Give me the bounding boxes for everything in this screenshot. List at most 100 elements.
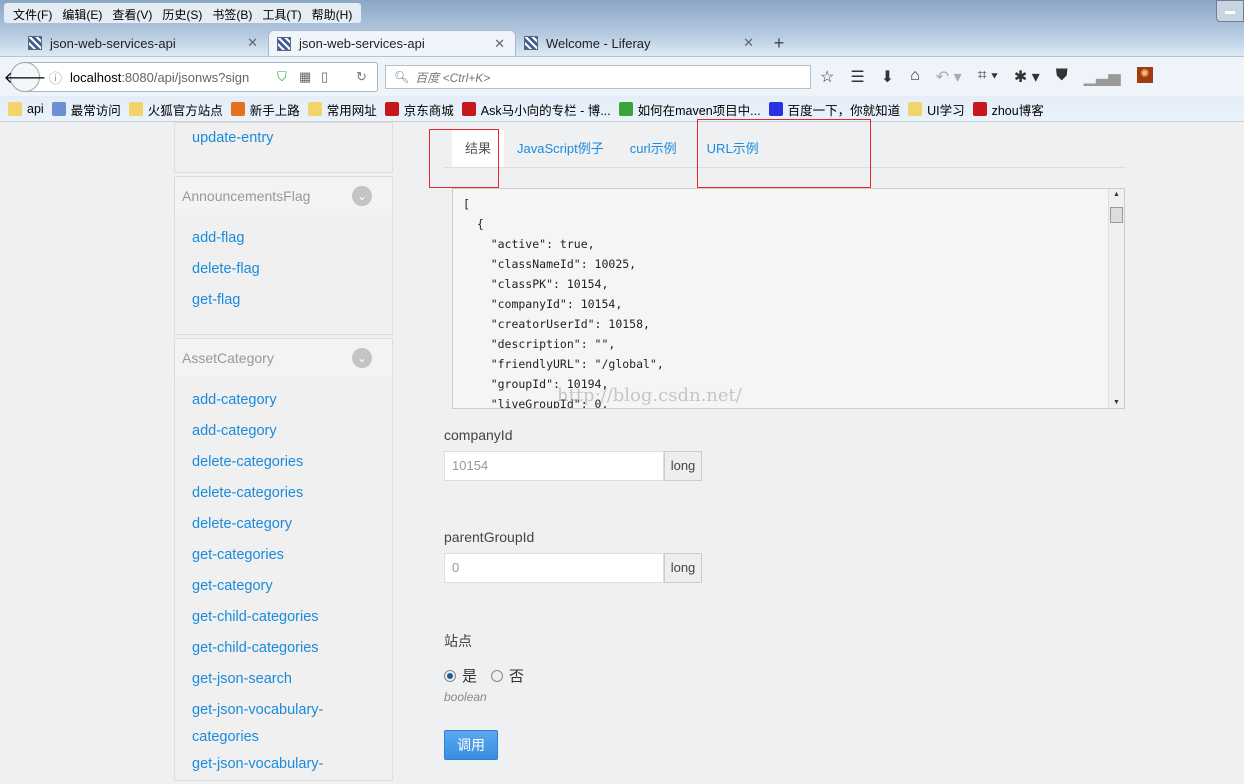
crop-icon[interactable]: ⌗ ▾ <box>978 67 998 87</box>
bookmarks-bar: api 最常访问 火狐官方站点 新手上路 常用网址 京东商城 Ask马小向的专栏 - 博..… <box>0 97 1244 122</box>
menu-view[interactable]: 查看(V) <box>107 3 157 23</box>
radio-yes-label: 是 <box>462 668 478 685</box>
shield-icon[interactable]: ⛉ <box>277 69 287 85</box>
download-icon[interactable]: ⬇ <box>881 67 894 87</box>
sidebar-item[interactable]: get-child-categories <box>175 602 392 633</box>
sidebar-item[interactable]: get-categories <box>175 540 392 571</box>
minimize-button[interactable] <box>1216 0 1244 22</box>
qr-code-icon[interactable]: ▦ <box>299 69 311 85</box>
url-text[interactable]: localhost:8080/api/jsonws?sign <box>70 70 249 85</box>
annotation-box <box>697 119 871 188</box>
sidebar-item[interactable]: delete-categories <box>175 478 392 509</box>
chevron-down-icon[interactable]: ⌄ <box>352 348 372 368</box>
bookmark-item[interactable]: UI学习 <box>908 100 965 119</box>
sidebar-item[interactable]: get-category <box>175 571 392 602</box>
sidebar-item[interactable]: get-json-vocabulary- <box>175 695 392 726</box>
result-output[interactable]: [ { "active": true, "classNameId": 10025… <box>452 188 1125 409</box>
invoke-button[interactable]: 调用 <box>444 730 498 760</box>
nav-bar: 🡐 ⓘ localhost:8080/api/jsonws?sign ⛉ ▦ ▯… <box>0 56 1244 96</box>
panel-title: AssetCategory <box>182 350 274 366</box>
sidebar-item[interactable]: get-json-vocabulary- <box>175 749 392 780</box>
field-site: 站点 是 否 boolean <box>444 631 524 704</box>
panel-header[interactable]: AnnouncementsFlag ⌄ <box>175 177 392 215</box>
scrollbar[interactable]: ▲ ▼ <box>1108 189 1124 408</box>
menu-bookmarks[interactable]: 书签(B) <box>207 3 257 23</box>
sidebar-item[interactable]: categories <box>175 726 392 749</box>
reader-view-icon[interactable]: ▯ <box>321 69 328 85</box>
bookmark-item[interactable]: Ask马小向的专栏 - 博... <box>461 100 611 119</box>
company-id-input[interactable]: 10154 <box>444 451 664 481</box>
bookmarks-list-icon[interactable]: ☰ <box>850 67 864 87</box>
bookmark-icon <box>384 102 399 116</box>
sidebar-item[interactable]: get-flag <box>175 285 392 316</box>
menu-edit[interactable]: 编辑(E) <box>57 3 107 23</box>
bookmark-item[interactable]: 百度一下，你就知道 <box>768 100 900 119</box>
bookmark-icon <box>461 102 476 116</box>
radio-yes[interactable] <box>444 669 456 682</box>
home-icon[interactable]: ⌂ <box>910 67 920 87</box>
browser-tab[interactable]: Welcome - Liferay ✕ <box>516 30 764 56</box>
close-tab-icon[interactable]: ✕ <box>743 35 754 51</box>
sidebar-item[interactable]: get-json-search <box>175 664 392 695</box>
new-tab-button[interactable]: + <box>764 30 794 56</box>
reload-icon[interactable]: ↻ <box>356 69 367 85</box>
page-content: update-entry AnnouncementsFlag ⌄ add-flag… <box>0 122 1244 781</box>
type-addon: long <box>664 451 702 481</box>
sidebar-item[interactable]: add-category <box>175 385 392 416</box>
sidebar-item[interactable]: add-category <box>175 416 392 447</box>
menu-history[interactable]: 历史(S) <box>157 3 207 23</box>
tab-title: Welcome - Liferay <box>546 35 651 51</box>
bookmark-label: 常用网址 <box>326 103 377 118</box>
info-icon[interactable]: ⓘ <box>49 68 62 87</box>
bookmark-item[interactable]: 京东商城 <box>384 100 454 119</box>
sidebar-item[interactable]: delete-flag <box>175 254 392 285</box>
sidebar-item[interactable]: delete-category <box>175 509 392 540</box>
sidebar-item-update-entry[interactable]: update-entry <box>175 123 392 154</box>
address-bar[interactable]: 🡐 ⓘ localhost:8080/api/jsonws?sign ⛉ ▦ ▯… <box>4 62 378 92</box>
bookmark-item[interactable]: 如何在maven项目中... <box>618 100 761 119</box>
bookmark-item[interactable]: api <box>8 102 44 116</box>
url-host: localhost <box>70 69 122 85</box>
type-hint: boolean <box>444 690 487 704</box>
bookmark-label: 如何在maven项目中... <box>637 103 761 118</box>
parent-group-id-input[interactable]: 0 <box>444 553 664 583</box>
bookmark-label: UI学习 <box>927 103 965 118</box>
ublock-icon[interactable]: ⛊ <box>1056 67 1068 87</box>
tab-title: json-web-services-api <box>299 36 425 51</box>
bookmark-star-icon[interactable]: ☆ <box>820 67 834 87</box>
bookmark-icon <box>8 102 22 116</box>
close-tab-icon[interactable]: ✕ <box>247 35 258 51</box>
sidebar-item[interactable]: get-child-categories <box>175 633 392 664</box>
sidebar-item[interactable]: delete-categories <box>175 447 392 478</box>
bookmark-item[interactable]: 火狐官方站点 <box>128 100 223 119</box>
browser-tab-active[interactable]: json-web-services-api ✕ <box>268 30 516 56</box>
chevron-down-icon[interactable]: ⌄ <box>352 186 372 206</box>
panel-header[interactable]: AssetCategory ⌄ <box>175 339 392 377</box>
menu-file[interactable]: 文件(F) <box>8 3 57 23</box>
tab-strip: json-web-services-api ✕ json-web-services… <box>20 30 794 56</box>
bookmark-item[interactable]: 新手上路 <box>230 100 300 119</box>
bookmark-label: 京东商城 <box>403 103 454 118</box>
bookmark-item[interactable]: zhou博客 <box>972 100 1044 119</box>
field-label: 站点 <box>444 633 472 649</box>
sidebar-item[interactable]: add-flag <box>175 223 392 254</box>
scrollbar-thumb[interactable] <box>1110 207 1123 223</box>
bookmark-icon <box>908 102 923 116</box>
panel-asset-category: AssetCategory ⌄ add-category add-category d… <box>174 338 393 781</box>
tab-curl-example[interactable]: curl示例 <box>617 130 690 167</box>
signal-icon[interactable]: ▁▃▅ <box>1084 67 1121 87</box>
bookmark-item[interactable]: 最常访问 <box>51 100 121 119</box>
tab-javascript-example[interactable]: JavaScript例子 <box>504 130 617 167</box>
bug-icon[interactable]: ✱ ▾ <box>1014 67 1040 87</box>
menu-tools[interactable]: 工具(T) <box>257 3 306 23</box>
back-arrow-icon[interactable]: 🡐 <box>4 62 46 92</box>
undo-icon[interactable]: ↶ ▾ <box>936 67 962 87</box>
bookmark-item[interactable]: 常用网址 <box>307 100 377 119</box>
radio-no[interactable] <box>491 669 504 682</box>
browser-tab[interactable]: json-web-services-api ✕ <box>20 30 268 56</box>
menu-help[interactable]: 帮助(H) <box>307 3 358 23</box>
close-tab-icon[interactable]: ✕ <box>494 36 505 52</box>
addon-icon[interactable]: ✺ <box>1136 67 1153 83</box>
search-input[interactable]: 🔍︎ 百度 <Ctrl+K> <box>385 65 811 89</box>
radio-no-label: 否 <box>509 668 525 685</box>
